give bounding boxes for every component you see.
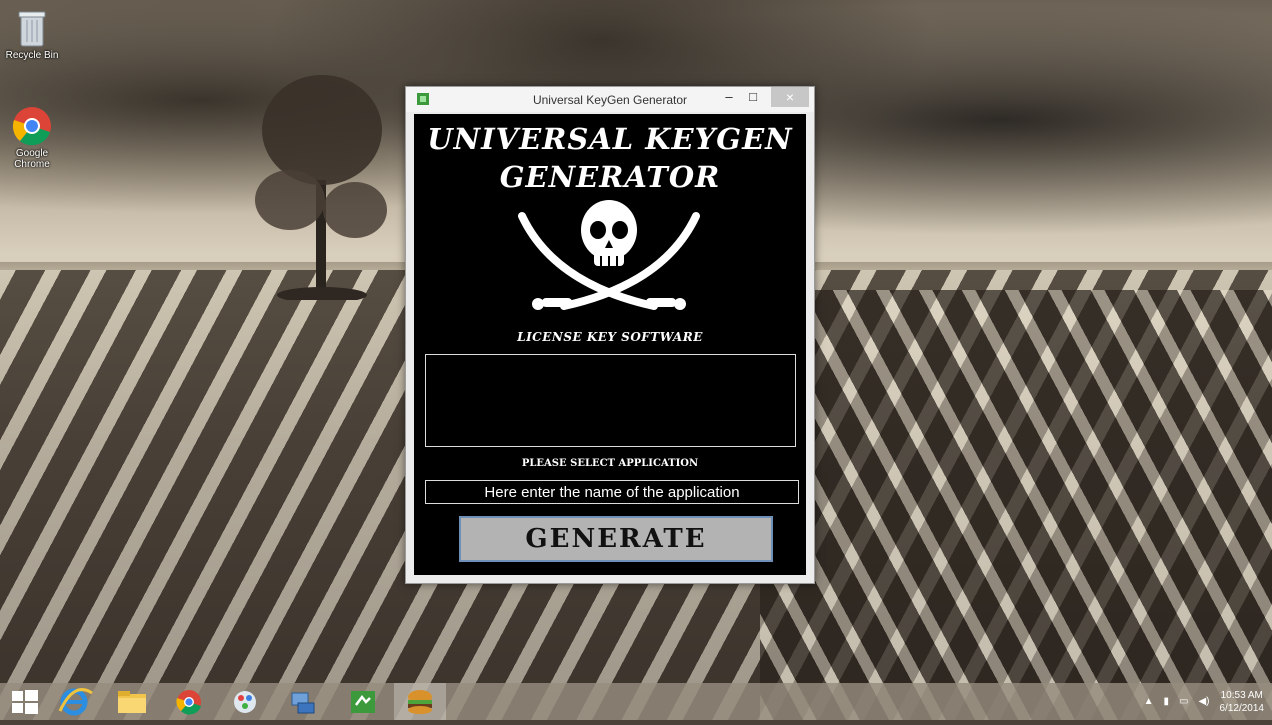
- clock-time: 10:53 AM: [1220, 689, 1263, 701]
- wallpaper-tree: [255, 75, 387, 300]
- taskbar-internet-explorer[interactable]: [52, 683, 104, 720]
- license-key-output[interactable]: [425, 354, 796, 447]
- select-application-label: PLEASE SELECT APPLICATION: [521, 458, 699, 469]
- tray-flag-icon[interactable]: ▮: [1164, 696, 1170, 707]
- chrome-icon: [176, 690, 201, 715]
- taskbar: ▲ ▮ ▭ ◀) 10:53 AM 6/12/2014: [0, 683, 1272, 720]
- chrome-icon: [12, 107, 51, 146]
- folder-icon: [118, 691, 146, 713]
- start-button[interactable]: [0, 683, 52, 720]
- desktop-icon-label: Recycle Bin: [5, 50, 59, 61]
- desktop-icon-google-chrome[interactable]: Google Chrome: [0, 106, 64, 170]
- burger-icon: [408, 690, 432, 714]
- tray-volume-icon[interactable]: ◀): [1198, 696, 1209, 707]
- internet-explorer-icon: [58, 688, 93, 716]
- taskbar-file-explorer[interactable]: [106, 683, 158, 720]
- system-tray: ▲ ▮ ▭ ◀) 10:53 AM 6/12/2014: [1144, 683, 1264, 720]
- app-title-line2: GENERATOR: [499, 160, 721, 194]
- close-button[interactable]: ×: [771, 87, 809, 107]
- taskbar-keygen-app[interactable]: [337, 683, 389, 720]
- maximize-button[interactable]: □: [745, 87, 761, 107]
- application-name-input[interactable]: [425, 480, 799, 504]
- keygen-window: Universal KeyGen Generator – □ × UNIVERS…: [405, 86, 815, 584]
- paint-icon: [234, 691, 256, 713]
- window-titlebar[interactable]: Universal KeyGen Generator – □ ×: [406, 87, 814, 112]
- windows-logo-icon: [12, 690, 38, 714]
- recycle-bin-icon: [18, 11, 46, 47]
- taskbar-paint[interactable]: [218, 683, 270, 720]
- tray-show-hidden-icon[interactable]: ▲: [1144, 696, 1154, 707]
- app-tagline: LICENSE KEY SOFTWARE: [517, 330, 703, 344]
- desktop-icon-recycle-bin[interactable]: Recycle Bin: [0, 6, 64, 61]
- tray-network-icon[interactable]: ▭: [1179, 696, 1188, 707]
- minimize-button[interactable]: –: [721, 87, 737, 107]
- app-window-icon: [351, 691, 375, 713]
- taskbar-clock[interactable]: 10:53 AM 6/12/2014: [1220, 689, 1265, 715]
- taskbar-network[interactable]: [276, 683, 328, 720]
- generate-button[interactable]: GENERATE: [459, 516, 773, 562]
- taskbar-chrome[interactable]: [162, 683, 214, 720]
- network-icon: [291, 692, 315, 714]
- clock-date: 6/12/2014: [1219, 702, 1265, 714]
- desktop-icon-label: Google Chrome: [14, 148, 50, 170]
- skull-crossed-swords-icon: [518, 200, 700, 310]
- window-client-area: UNIVERSAL KEYGEN GENERATOR LICENSE KEY S…: [414, 114, 806, 575]
- taskbar-burger-app[interactable]: [394, 683, 446, 720]
- app-title-line1: UNIVERSAL KEYGEN: [427, 122, 793, 156]
- wallpaper-field-rows: [760, 290, 1272, 720]
